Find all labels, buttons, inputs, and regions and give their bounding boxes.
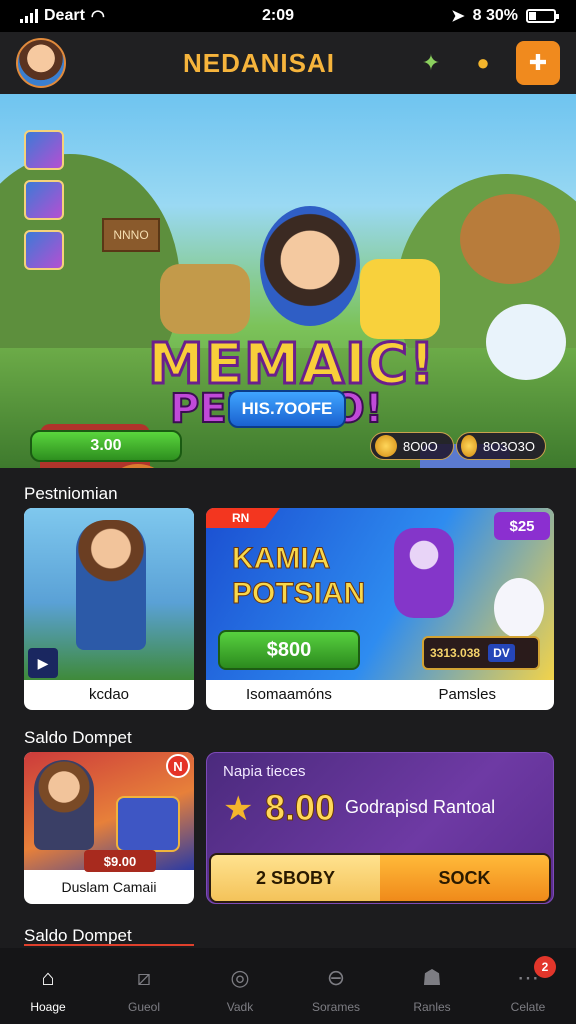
currency-pill-right-value: 8O3O3O	[482, 438, 535, 454]
game-card-1[interactable]: ▶ kcdao	[24, 508, 194, 710]
tab-ranles-label: Ranles	[413, 1000, 451, 1014]
status-bar: Deart ◠ 2:09 ➤ 8 30%	[0, 0, 576, 32]
game-card-3[interactable]: N $9.00 Duslam Camaii	[24, 752, 194, 904]
tab-sorames-label: Sorames	[311, 1000, 361, 1014]
notification-badge: 2	[534, 956, 556, 978]
bottom-tab-bar: ⌂ Hoage ⧄ Gueol ◎ Vadk ⊖ Sorames ☗ Ranle…	[0, 948, 576, 1024]
wallet-buttons: 2 SBOBY SOCK	[209, 853, 551, 903]
tab-vadk-label: Vadk	[226, 1000, 254, 1014]
circle-icon: ◎	[230, 965, 250, 990]
currency-pill-left-value: 8O0O	[403, 438, 438, 454]
header-icons: ✦ ● ✚	[412, 41, 560, 85]
tab-vadk[interactable]: ◎ Vadk	[192, 948, 288, 1024]
tab-ranles[interactable]: ☗ Ranles	[384, 948, 480, 1024]
side-thumb-3[interactable]	[24, 230, 64, 270]
card-1-character	[76, 520, 146, 650]
avatar[interactable]	[16, 38, 66, 88]
card-2-buy-button[interactable]: $800	[218, 630, 360, 670]
person-icon: ☗	[422, 965, 442, 990]
card-3-image: N $9.00	[24, 752, 194, 872]
card-3-price-tag: $9.00	[84, 850, 156, 872]
white-creature	[486, 304, 566, 380]
card-3-label: Duslam Camaii	[61, 879, 157, 895]
card-2-stat-bar: 3313.038 DV	[422, 636, 540, 670]
square-slash-icon: ⧄	[137, 965, 151, 990]
game-card-2[interactable]: RN $25 KAMIA POTSIAN $800 3313.038 DV Is…	[206, 508, 554, 710]
card-2-title-line1: KAMIA	[231, 542, 331, 576]
clock: 2:09	[262, 7, 295, 24]
card-2-label-right: Pamsles	[438, 686, 496, 703]
card-1-label: kcdao	[88, 686, 130, 703]
card-3-chest	[116, 796, 180, 852]
puzzle-icon[interactable]: ✚	[516, 41, 560, 85]
minus-circle-icon: ⊖	[326, 965, 346, 990]
wallet-heading: Napia tieces	[223, 763, 306, 780]
status-right: ➤ 8 30%	[451, 6, 559, 26]
card-2-character	[394, 528, 454, 618]
app-header: NEDANISAI ✦ ● ✚	[0, 32, 576, 94]
wallet-amount: 8.00	[264, 787, 336, 829]
coin-icon	[461, 435, 477, 457]
card-3-character	[34, 760, 94, 850]
section-title-third: Saldo Dompet	[24, 926, 132, 945]
signal-icon	[20, 9, 38, 23]
home-icon: ⌂	[41, 965, 55, 990]
side-thumbnails	[24, 130, 64, 270]
yellow-creature	[360, 259, 440, 339]
star-icon: ★	[223, 790, 254, 828]
app-title: NEDANISAI	[182, 47, 335, 78]
tab-gueol[interactable]: ⧄ Gueol	[96, 948, 192, 1024]
wallet-right-button[interactable]: SOCK	[380, 855, 549, 901]
side-thumb-1[interactable]	[24, 130, 64, 170]
card-2-stat-value: 3313.038	[430, 646, 481, 660]
tab-celate-label: Celate	[510, 1000, 546, 1014]
monster-character	[460, 194, 560, 284]
location-icon: ➤	[451, 8, 465, 25]
tab-celate[interactable]: ⋯ Celate 2	[480, 948, 576, 1024]
section-title-second: Saldo Dompet	[24, 728, 132, 747]
coin-icon	[375, 435, 397, 457]
cannon-illustration	[160, 264, 250, 334]
tab-home[interactable]: ⌂ Hoage	[0, 948, 96, 1024]
wifi-icon: ◠	[90, 8, 105, 25]
side-thumb-2[interactable]	[24, 180, 64, 220]
currency-pill-right[interactable]: 8O3O3O	[456, 432, 546, 460]
card-1-image: ▶	[24, 508, 194, 680]
card-2-bunny	[494, 578, 544, 638]
status-left: Deart ◠	[20, 6, 105, 26]
card-2-price-badge: $25	[494, 512, 550, 540]
section-title-first: Pestniomian	[24, 484, 118, 503]
card-2-stat-tag: DV	[488, 644, 515, 662]
battery-text: 8 30%	[472, 7, 518, 24]
card-2-image: RN $25 KAMIA POTSIAN $800 3313.038 DV	[206, 508, 554, 680]
tab-gueol-label: Gueol	[127, 1000, 161, 1014]
hero-score-button[interactable]: HIS.7OOFE	[228, 390, 346, 428]
section-divider	[24, 944, 194, 946]
card-2-tag: RN	[206, 508, 280, 528]
hero-character	[260, 206, 360, 326]
play-icon[interactable]: ▶	[28, 648, 58, 678]
carrier-name: Deart	[44, 7, 85, 24]
tab-home-label: Hoage	[30, 1000, 66, 1014]
gem-icon[interactable]: ✦	[412, 44, 450, 82]
card-2-label-left: Isomaamóns	[246, 686, 332, 703]
tab-sorames[interactable]: ⊖ Sorames	[288, 948, 384, 1024]
wallet-left-button[interactable]: 2 SBOBY	[211, 855, 380, 901]
battery-fill	[529, 12, 536, 20]
battery-icon	[526, 9, 559, 23]
hero-sign: NNNO	[102, 218, 160, 252]
hero-price-button[interactable]: 3.00	[30, 430, 182, 462]
card-2-title-line2: POTSIAN	[231, 576, 366, 610]
wallet-panel: Napia tieces ★ 8.00 Godrapisd Rantoal 2 …	[206, 752, 554, 904]
currency-pill-left[interactable]: 8O0O	[370, 432, 454, 460]
card-3-badge: N	[166, 754, 190, 778]
card-2-title: KAMIA POTSIAN	[231, 542, 366, 611]
hero-banner[interactable]: NNNO MEMAIC! PERWAO! HIS.7OOFE 3.00 8O0O…	[0, 94, 576, 468]
trophy-icon[interactable]: ●	[464, 44, 502, 82]
wallet-note: Godrapisd Rantoal	[345, 797, 496, 817]
